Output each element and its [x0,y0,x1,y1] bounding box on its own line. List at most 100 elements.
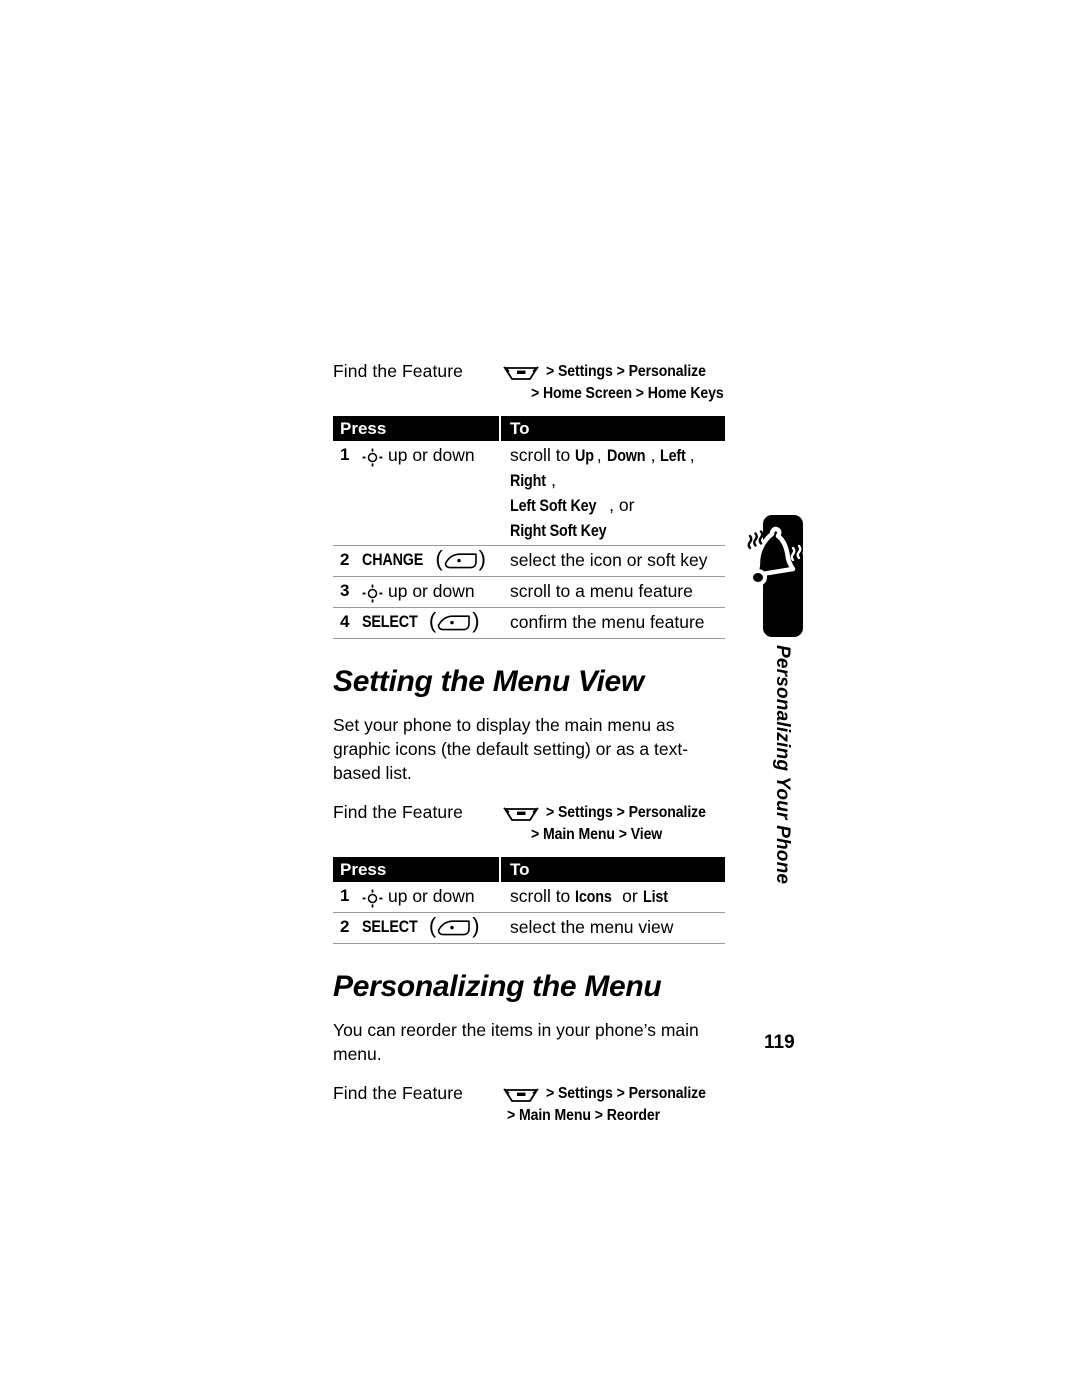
section-body-text: Set your phone to display the main menu … [333,715,689,783]
step-number: 3 [340,581,350,600]
soft-key-icon [443,552,479,570]
navigation-key-icon [362,448,383,467]
feature-path-text-1: > Settings > Personalize [546,1085,706,1102]
feature-path: > Settings > Personalize > Home Screen >… [503,360,750,404]
paren-close: ) [478,546,486,571]
menu-term: Left [660,447,686,465]
press-cell: 4 SELECT ( ) [333,610,501,634]
menu-term: Up [575,447,594,465]
menu-term: Left Soft Key [510,497,597,515]
find-the-feature-label: Find the Feature [333,361,464,381]
press-action: up or down [362,884,475,908]
step-number: 1 [340,445,350,464]
menu-term: List [642,888,668,906]
feature-path: > Settings > Personalize > Main Menu > R… [503,1082,728,1126]
table-row: 2 CHANGE ( ) select the icon or soft key [333,546,725,577]
paren-open: ( [428,913,437,938]
feature-path-line-1: > Settings > Personalize [503,802,728,823]
section-heading-personalizing-the-menu: Personalizing the Menu [333,970,662,1003]
to-cell: confirm the menu feature [510,612,705,632]
paren-close: ) [472,913,480,938]
soft-key-label: SELECT [362,918,418,936]
paren-open: ( [435,546,443,571]
menu-key-icon [503,1087,539,1103]
feature-path-line-1: > Settings > Personalize [503,361,750,382]
soft-key-glyph-group: ( ) [428,913,480,938]
to-conjunction: or [617,886,643,906]
column-header-press: Press [333,857,501,882]
press-action: up or down [362,443,475,467]
navigation-key-icon [362,889,383,908]
press-cell: 3 up or down [333,579,501,603]
press-action: SELECT ( ) [362,610,480,634]
feature-path-text-2: > Home Screen > Home Keys [531,385,724,402]
menu-term: Down [606,447,646,465]
to-prefix: scroll to [510,445,576,465]
page-content: Find the Feature > Settings > Personaliz… [333,360,725,1132]
table-row: 1 up or down [333,882,725,913]
press-action: up or down [362,579,475,603]
soft-key-label: CHANGE [362,551,424,569]
column-header-press: Press [333,416,501,441]
step-number: 1 [340,886,350,905]
menu-term: Right [510,472,546,490]
section-heading-setting-the-menu-view: Setting the Menu View [333,665,644,698]
press-action-label: up or down [388,445,475,465]
feature-path-text-1: > Settings > Personalize [546,804,706,821]
feature-path: > Settings > Personalize > Main Menu > V… [503,801,728,845]
feature-path-line-2: > Main Menu > Reorder [503,1105,728,1126]
feature-path-line-2: > Home Screen > Home Keys [503,383,750,404]
to-prefix: scroll to [510,886,576,906]
step-number: 2 [340,917,350,936]
column-header-to: To [510,419,530,438]
menu-key-icon [503,365,539,381]
column-header-to: To [510,860,530,879]
press-action-label: up or down [388,581,475,601]
feature-path-line-1: > Settings > Personalize [503,1083,728,1104]
to-conjunction: , or [609,495,635,515]
table-row: 2 SELECT ( ) select the menu view [333,913,725,944]
table-row: 1 up or down [333,441,725,546]
table-header-row: Press To [333,857,725,882]
page-number: 119 [764,1032,795,1053]
paren-close: ) [472,608,480,633]
find-the-feature-label: Find the Feature [333,802,464,822]
feature-path-text-2: > Main Menu > View [531,826,663,843]
to-cell: scroll to Icons or List [501,884,725,909]
chapter-tab-label: Personalizing Your Phone [772,645,793,885]
step-number: 4 [340,612,350,631]
navigation-key-icon [362,584,383,603]
table-row: 3 up or down scroll to a menu feature [333,577,725,608]
menu-key-icon [503,806,539,822]
to-cell: scroll to Up, Down, Left, Right, Left So… [501,443,725,543]
soft-key-icon [436,614,472,632]
soft-key-icon [436,919,472,937]
to-cell: scroll to a menu feature [510,581,693,601]
to-cell: select the menu view [510,917,674,937]
find-the-feature-block-2: Find the Feature > Settings > Personaliz… [333,801,725,845]
table-row: 4 SELECT ( ) confirm the menu feature [333,608,725,639]
menu-term: Right Soft Key [510,522,607,540]
soft-key-label: SELECT [362,613,418,631]
feature-path-text-1: > Settings > Personalize [546,363,706,380]
feature-path-text-2: > Main Menu > Reorder [507,1107,661,1124]
press-cell: 1 up or down [333,443,501,467]
feature-path-line-2: > Main Menu > View [503,824,728,845]
press-cell: 2 CHANGE ( ) [333,548,501,572]
find-the-feature-block-3: Find the Feature > Settings > Personaliz… [333,1082,725,1126]
to-cell: select the icon or soft key [510,550,708,570]
home-keys-steps-table: Press To 1 up or down scroll to Up , Dow… [333,416,725,639]
paren-open: ( [428,608,437,633]
ringing-bell-icon [736,520,814,598]
menu-view-steps-table: Press To 1 up or down scroll to Icons or… [333,857,725,944]
section-body-text: You can reorder the items in your phone’… [333,1020,699,1064]
press-action: SELECT ( ) [362,915,480,939]
press-action: CHANGE ( ) [362,548,486,572]
table-header-row: Press To [333,416,725,441]
manual-page: Find the Feature > Settings > Personaliz… [0,0,1080,1397]
menu-term: Icons [575,888,612,906]
soft-key-glyph-group: ( ) [435,546,486,571]
find-the-feature-block-1: Find the Feature > Settings > Personaliz… [333,360,725,404]
press-cell: 1 up or down [333,884,501,908]
step-number: 2 [340,550,350,569]
